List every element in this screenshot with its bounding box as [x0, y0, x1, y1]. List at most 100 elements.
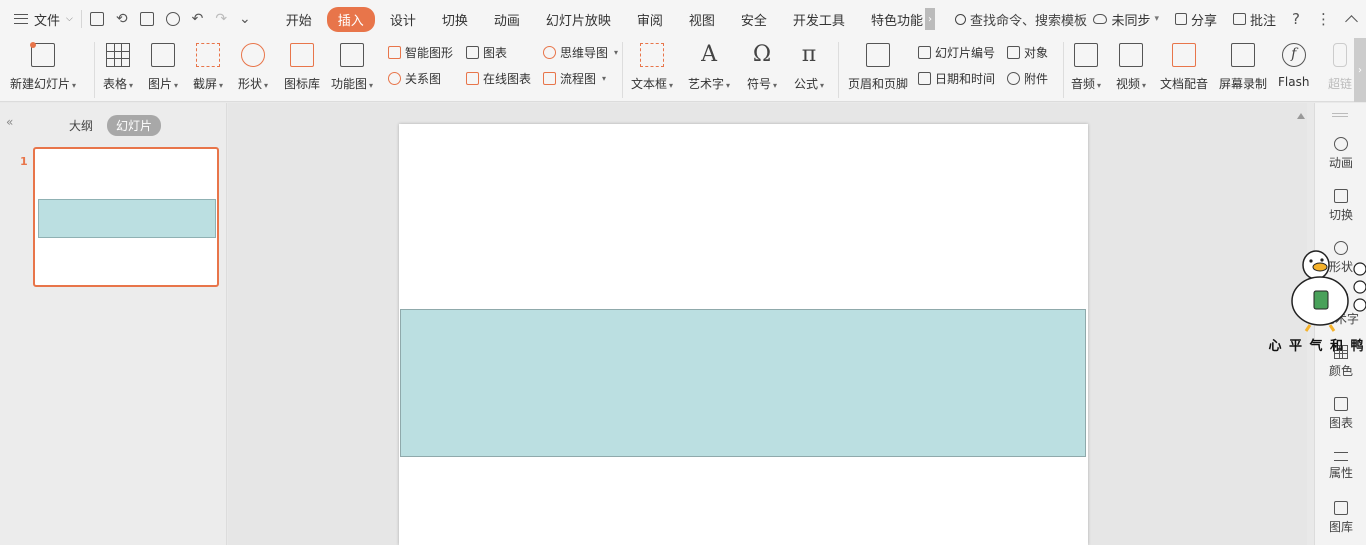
chevron-down-icon: ▾	[1154, 14, 1159, 24]
editing-canvas	[228, 103, 1307, 545]
flash-icon: f	[1281, 43, 1306, 67]
format-painter-icon[interactable]: ⟲	[116, 12, 128, 26]
tab-home[interactable]: 开始	[275, 7, 323, 32]
pane-gallery[interactable]: 图库	[1315, 501, 1366, 535]
help-icon[interactable]: ?	[1292, 10, 1300, 28]
tab-animation[interactable]: 动画	[483, 7, 531, 32]
print-preview-icon[interactable]	[165, 12, 180, 26]
symbol-button[interactable]: Ω 符号 ▾	[747, 38, 777, 92]
icon-library-icon	[290, 43, 314, 67]
formula-button[interactable]: π 公式 ▾	[794, 38, 824, 92]
shape-button[interactable]: 形状 ▾	[238, 38, 268, 92]
object-button[interactable]: 对象	[1007, 44, 1048, 61]
file-menu[interactable]: 文件 ⌵	[14, 10, 73, 29]
save-icon[interactable]	[89, 12, 104, 26]
function-chart-button[interactable]: 功能图 ▾	[331, 38, 373, 92]
datetime-button[interactable]: 日期和时间	[918, 70, 995, 87]
audio-button[interactable]: 音频 ▾	[1071, 38, 1101, 92]
tabs-scroll-right-icon[interactable]: ›	[924, 8, 935, 30]
collapse-ribbon-icon[interactable]	[1345, 15, 1358, 28]
tab-insert[interactable]: 插入	[326, 6, 375, 32]
object-icon	[1007, 46, 1020, 59]
slide-thumbnail[interactable]	[33, 147, 219, 287]
flash-button[interactable]: f Flash	[1278, 38, 1309, 89]
tab-slideshow[interactable]: 幻灯片放映	[535, 7, 622, 32]
relation-chart-button[interactable]: 关系图	[388, 70, 441, 87]
table-label: 表格	[103, 77, 128, 91]
pane-transition[interactable]: 切换	[1315, 189, 1366, 223]
scroll-up-icon[interactable]	[1297, 113, 1305, 119]
pane-shape[interactable]: 形状	[1315, 241, 1366, 275]
online-chart-label: 在线图表	[483, 72, 532, 86]
picture-button[interactable]: 图片 ▾	[148, 38, 178, 92]
divider	[1063, 42, 1064, 98]
undo-icon[interactable]: ↶	[192, 12, 204, 26]
video-button[interactable]: 视频 ▾	[1116, 38, 1146, 92]
customize-dropdown-icon[interactable]: ⌄	[239, 12, 251, 26]
attachment-button[interactable]: 附件	[1007, 70, 1048, 87]
textbox-button[interactable]: 文本框 ▾	[631, 38, 673, 92]
hyperlink-button[interactable]: 超链	[1328, 38, 1352, 92]
title-right-tools: 未同步 ▾ 分享 批注 ? ⋮	[1093, 0, 1358, 38]
video-icon	[1119, 43, 1144, 67]
online-chart-button[interactable]: 在线图表	[466, 70, 531, 87]
slide-number-button[interactable]: 幻灯片编号	[918, 44, 995, 61]
file-menu-label: 文件	[34, 13, 61, 29]
comment-button[interactable]: 批注	[1233, 10, 1276, 29]
tab-slides[interactable]: 幻灯片	[107, 115, 162, 136]
command-search[interactable]: 查找命令、搜索模板	[954, 10, 1087, 29]
wordart-button[interactable]: A 艺术字 ▾	[688, 38, 730, 92]
more-icon[interactable]: ⋮	[1316, 10, 1331, 28]
slide-panel: « 大纲 幻灯片 1	[0, 103, 227, 545]
hyperlink-icon	[1333, 43, 1347, 67]
screenshot-button[interactable]: 截屏 ▾	[193, 38, 223, 92]
tab-outline[interactable]: 大纲	[60, 115, 102, 136]
ribbon-scroll-right-icon[interactable]: ›	[1354, 38, 1366, 102]
audio-label: 音频	[1071, 77, 1096, 91]
picture-label: 图片	[148, 77, 173, 91]
tab-review[interactable]: 审阅	[626, 7, 674, 32]
divider	[94, 42, 95, 98]
slide[interactable]	[399, 124, 1088, 545]
share-button[interactable]: 分享	[1175, 10, 1217, 29]
ribbon-insert: 新建幻灯片 ▾ 表格 ▾ 图片 ▾ 截屏 ▾ 形状 ▾ 图标库 功能图 ▾ 智能图形 图表 …	[0, 38, 1366, 102]
pane-color[interactable]: 颜色	[1315, 345, 1366, 379]
print-icon[interactable]	[139, 12, 154, 26]
comment-icon	[1233, 13, 1247, 25]
table-button[interactable]: 表格 ▾	[103, 38, 133, 92]
screen-record-label: 屏幕录制	[1219, 77, 1268, 91]
textbox-icon	[640, 43, 665, 67]
tab-design[interactable]: 设计	[379, 7, 427, 32]
pane-chart[interactable]: 图表	[1315, 397, 1366, 431]
redo-icon[interactable]: ↷	[215, 12, 227, 26]
pane-handle[interactable]	[1332, 113, 1348, 117]
online-chart-icon	[466, 72, 479, 85]
tab-view[interactable]: 视图	[678, 7, 726, 32]
search-icon	[954, 13, 966, 25]
header-footer-button[interactable]: 页眉和页脚	[848, 38, 908, 92]
new-slide-button[interactable]: 新建幻灯片 ▾	[10, 38, 76, 92]
pane-wordart-label: 艺术字	[1322, 312, 1359, 326]
sync-button[interactable]: 未同步 ▾	[1093, 10, 1159, 29]
tab-features[interactable]: 特色功能	[860, 7, 925, 32]
pane-wordart[interactable]: 艺术字	[1315, 293, 1366, 327]
doc-voice-button[interactable]: 文档配音	[1160, 38, 1208, 92]
pi-icon: π	[801, 42, 817, 67]
thumbnail-rectangle	[38, 199, 216, 238]
icon-library-button[interactable]: 图标库	[284, 38, 320, 92]
mind-map-button[interactable]: 思维导图 ▾	[543, 44, 618, 61]
tab-transition[interactable]: 切换	[431, 7, 479, 32]
smart-shape-button[interactable]: 智能图形	[388, 44, 453, 61]
vertical-scrollbar[interactable]	[1293, 103, 1307, 545]
screen-record-button[interactable]: 屏幕录制	[1219, 38, 1267, 92]
icon-library-label: 图标库	[284, 77, 321, 91]
pane-properties[interactable]: 属性	[1315, 449, 1366, 481]
tab-developer[interactable]: 开发工具	[782, 7, 856, 32]
screen-record-icon	[1231, 43, 1255, 67]
tab-security[interactable]: 安全	[730, 7, 778, 32]
chart-button[interactable]: 图表	[466, 44, 507, 61]
collapse-panel-icon[interactable]: «	[6, 115, 13, 129]
rectangle-shape[interactable]	[400, 309, 1086, 457]
flowchart-button[interactable]: 流程图 ▾	[543, 70, 606, 87]
pane-animation[interactable]: 动画	[1315, 137, 1366, 171]
